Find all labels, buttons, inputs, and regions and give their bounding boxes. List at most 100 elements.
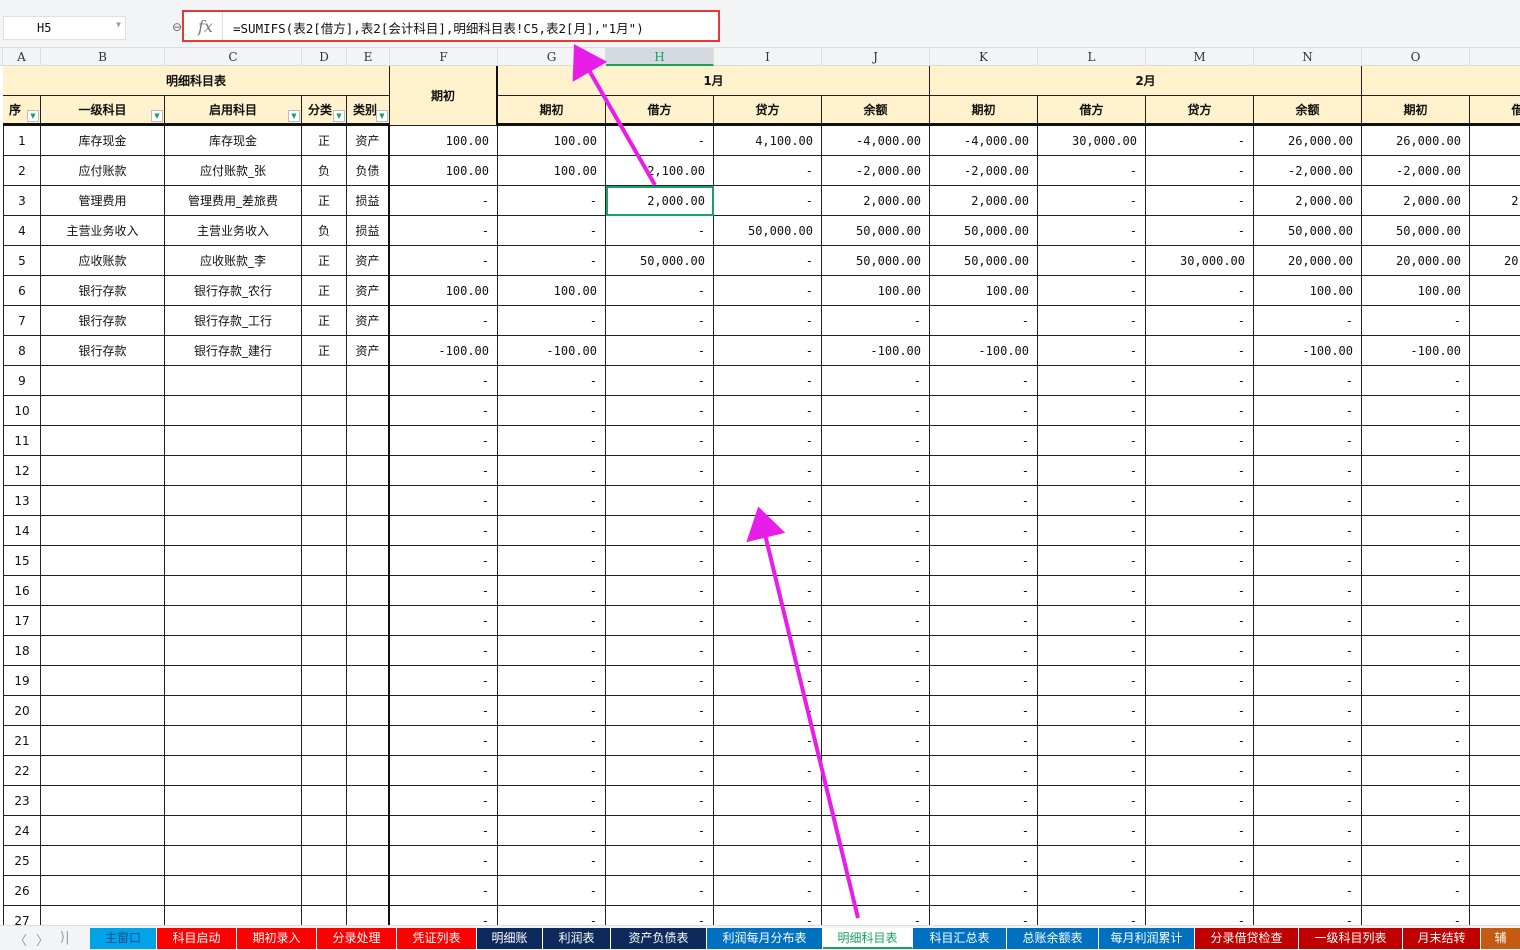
table-cell[interactable]: -: [390, 216, 498, 246]
table-cell[interactable]: -: [1038, 306, 1146, 336]
table-cell[interactable]: -: [1254, 486, 1362, 516]
table-cell[interactable]: -: [1146, 666, 1254, 696]
table-cell[interactable]: -: [1146, 786, 1254, 816]
sheet-tab[interactable]: 分录处理: [317, 928, 397, 949]
table-cell[interactable]: [347, 786, 390, 816]
table-cell[interactable]: [302, 696, 347, 726]
table-cell[interactable]: -: [1362, 486, 1470, 516]
sheet-tab[interactable]: 分录借贷检查: [1195, 928, 1299, 949]
table-cell[interactable]: -: [930, 456, 1038, 486]
column-header-L[interactable]: L: [1038, 48, 1146, 66]
table-cell[interactable]: [165, 516, 302, 546]
table-cell[interactable]: -100.00: [822, 336, 930, 366]
table-cell[interactable]: -: [930, 576, 1038, 606]
table-cell[interactable]: [347, 876, 390, 906]
table-cell[interactable]: [1470, 396, 1520, 426]
table-cell[interactable]: -: [930, 696, 1038, 726]
row-number[interactable]: 2: [3, 156, 41, 186]
table-cell[interactable]: [347, 546, 390, 576]
table-cell[interactable]: -: [1362, 636, 1470, 666]
table-cell[interactable]: 应收账款: [41, 246, 165, 276]
table-cell[interactable]: -: [930, 636, 1038, 666]
table-cell[interactable]: 50,000.00: [822, 216, 930, 246]
table-cell[interactable]: -: [1038, 846, 1146, 876]
table-cell[interactable]: -: [930, 426, 1038, 456]
table-cell[interactable]: -: [930, 876, 1038, 906]
table-cell[interactable]: [347, 606, 390, 636]
row-number[interactable]: 24: [3, 816, 41, 846]
column-header-O[interactable]: O: [1362, 48, 1470, 66]
table-cell[interactable]: -: [930, 726, 1038, 756]
table-cell[interactable]: -: [714, 306, 822, 336]
table-cell[interactable]: [165, 786, 302, 816]
table-cell[interactable]: -: [714, 156, 822, 186]
table-cell[interactable]: -: [714, 816, 822, 846]
row-number[interactable]: 5: [3, 246, 41, 276]
table-cell[interactable]: -: [1254, 516, 1362, 546]
table-cell[interactable]: -: [1362, 846, 1470, 876]
table-cell[interactable]: [347, 666, 390, 696]
row-number[interactable]: 12: [3, 456, 41, 486]
table-cell[interactable]: -: [1362, 576, 1470, 606]
table-cell[interactable]: -: [498, 726, 606, 756]
table-cell[interactable]: -: [606, 576, 714, 606]
table-cell[interactable]: -: [606, 366, 714, 396]
table-cell[interactable]: 20,000.00: [1470, 246, 1520, 276]
last-sheet-icon[interactable]: ⟩|: [60, 930, 69, 945]
table-cell[interactable]: -: [930, 786, 1038, 816]
table-cell[interactable]: -: [606, 546, 714, 576]
table-cell[interactable]: -: [1254, 696, 1362, 726]
table-cell[interactable]: 100.00: [498, 156, 606, 186]
table-cell[interactable]: -: [714, 396, 822, 426]
table-cell[interactable]: 应付账款_张: [165, 156, 302, 186]
table-cell[interactable]: -: [714, 486, 822, 516]
table-cell[interactable]: [41, 576, 165, 606]
table-cell[interactable]: -: [1146, 726, 1254, 756]
table-cell[interactable]: -: [714, 426, 822, 456]
table-cell[interactable]: -: [714, 516, 822, 546]
table-cell[interactable]: -: [1146, 906, 1254, 925]
table-cell[interactable]: 资产: [347, 246, 390, 276]
table-cell[interactable]: -: [714, 636, 822, 666]
table-cell[interactable]: -: [1146, 216, 1254, 246]
table-cell[interactable]: -: [606, 336, 714, 366]
table-cell[interactable]: -: [1254, 756, 1362, 786]
filter-dropdown-icon[interactable]: ▼: [333, 110, 345, 122]
table-cell[interactable]: [165, 426, 302, 456]
row-number[interactable]: 20: [3, 696, 41, 726]
table-cell[interactable]: [41, 726, 165, 756]
table-cell[interactable]: 库存现金: [165, 126, 302, 156]
table-cell[interactable]: -: [822, 396, 930, 426]
table-cell[interactable]: -: [714, 786, 822, 816]
table-cell[interactable]: [347, 366, 390, 396]
table-cell[interactable]: [347, 906, 390, 925]
table-cell[interactable]: -2,000.00: [822, 156, 930, 186]
table-cell[interactable]: -: [930, 486, 1038, 516]
table-cell[interactable]: -: [714, 336, 822, 366]
table-cell[interactable]: -: [714, 366, 822, 396]
table-cell[interactable]: -: [930, 396, 1038, 426]
table-cell[interactable]: 100.00: [390, 156, 498, 186]
table-cell[interactable]: [41, 636, 165, 666]
table-cell[interactable]: -: [1038, 576, 1146, 606]
table-cell[interactable]: -: [606, 456, 714, 486]
table-cell[interactable]: [302, 366, 347, 396]
table-cell[interactable]: -100.00: [1254, 336, 1362, 366]
table-cell[interactable]: -: [1470, 276, 1520, 306]
table-cell[interactable]: -: [390, 426, 498, 456]
row-number[interactable]: 11: [3, 426, 41, 456]
table-cell[interactable]: -: [822, 876, 930, 906]
table-cell[interactable]: -: [390, 846, 498, 876]
name-box[interactable]: H5 ▼: [3, 16, 126, 40]
table-cell[interactable]: 20,000.00: [1362, 246, 1470, 276]
table-cell[interactable]: -: [1470, 156, 1520, 186]
table-cell[interactable]: 应收账款_李: [165, 246, 302, 276]
table-cell[interactable]: -: [1146, 606, 1254, 636]
table-cell[interactable]: -: [1038, 636, 1146, 666]
row-number[interactable]: 13: [3, 486, 41, 516]
table-cell[interactable]: [1470, 516, 1520, 546]
table-cell[interactable]: -: [1146, 486, 1254, 516]
table-cell[interactable]: [165, 456, 302, 486]
table-cell[interactable]: [165, 396, 302, 426]
table-cell[interactable]: -: [930, 816, 1038, 846]
